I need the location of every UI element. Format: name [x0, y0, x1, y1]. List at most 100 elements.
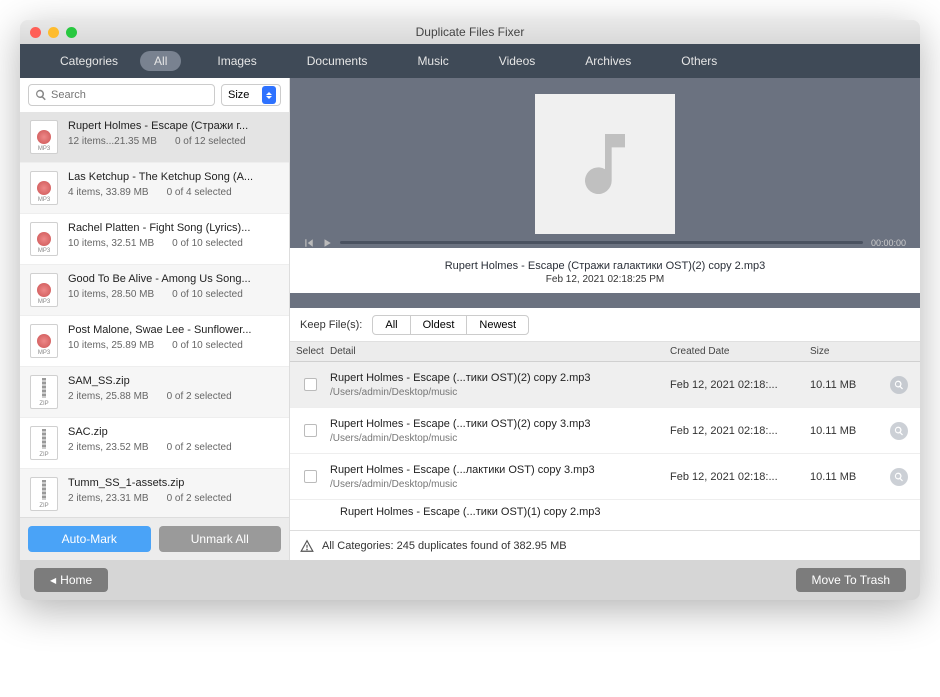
- unmark-all-button[interactable]: Unmark All: [159, 526, 282, 552]
- category-tabbar: Categories AllImagesDocumentsMusicVideos…: [20, 44, 920, 78]
- prev-icon[interactable]: [304, 238, 314, 248]
- sidebar: Size MP3 Rupert Holmes - Escape (Стражи …: [20, 78, 290, 560]
- sort-select[interactable]: Size: [221, 84, 281, 106]
- file-path: /Users/admin/Desktop/music: [330, 433, 670, 444]
- tab-documents[interactable]: Documents: [293, 51, 382, 71]
- zip-file-icon: ZIP: [30, 375, 58, 409]
- file-name: Rupert Holmes - Escape (...лактики OST) …: [330, 464, 670, 476]
- file-date: Feb 12, 2021 02:18:...: [670, 425, 810, 437]
- file-size: 10.11 MB: [810, 471, 890, 483]
- group-list[interactable]: MP3 Rupert Holmes - Escape (Стражи г... …: [20, 112, 289, 517]
- tab-others[interactable]: Others: [667, 51, 731, 71]
- keep-file-row: Keep File(s): AllOldestNewest: [290, 308, 920, 342]
- status-text: All Categories: 245 duplicates found of …: [322, 540, 567, 552]
- reveal-button[interactable]: [890, 422, 908, 440]
- group-name: Post Malone, Swae Lee - Sunflower...: [68, 324, 279, 336]
- partial-row: Rupert Holmes - Escape (...тики OST)(1) …: [290, 500, 920, 524]
- group-name: Rupert Holmes - Escape (Стражи г...: [68, 120, 279, 132]
- search-icon: [35, 89, 47, 101]
- col-select: Select: [290, 346, 330, 357]
- group-items: 2 items, 23.52 MB: [68, 442, 149, 453]
- reveal-button[interactable]: [890, 468, 908, 486]
- playtime: 00:00:00: [871, 238, 906, 248]
- group-item[interactable]: ZIP SAC.zip 2 items, 23.52 MB0 of 2 sele…: [20, 418, 289, 469]
- group-selected: 0 of 2 selected: [167, 493, 232, 504]
- music-note-icon: [565, 124, 645, 204]
- file-path: /Users/admin/Desktop/music: [330, 479, 670, 490]
- updown-icon: [262, 86, 276, 104]
- preview-filename: Rupert Holmes - Escape (Стражи галактики…: [290, 260, 920, 272]
- row-checkbox[interactable]: [304, 470, 317, 483]
- reveal-button[interactable]: [890, 376, 908, 394]
- group-selected: 0 of 12 selected: [175, 136, 246, 147]
- group-items: 2 items, 25.88 MB: [68, 391, 149, 402]
- group-name: SAC.zip: [68, 426, 279, 438]
- group-selected: 0 of 2 selected: [167, 391, 232, 402]
- group-item[interactable]: MP3 Rupert Holmes - Escape (Стражи г... …: [20, 112, 289, 163]
- auto-mark-button[interactable]: Auto-Mark: [28, 526, 151, 552]
- group-items: 10 items, 28.50 MB: [68, 289, 154, 300]
- table-row[interactable]: Rupert Holmes - Escape (...тики OST)(2) …: [290, 362, 920, 408]
- mp3-file-icon: MP3: [30, 120, 58, 154]
- group-name: Las Ketchup - The Ketchup Song (A...: [68, 171, 279, 183]
- status-bar: All Categories: 245 duplicates found of …: [290, 530, 920, 560]
- play-icon[interactable]: [322, 238, 332, 248]
- keep-segment[interactable]: AllOldestNewest: [372, 315, 529, 335]
- group-items: 12 items...21.35 MB: [68, 136, 157, 147]
- preview-date: Feb 12, 2021 02:18:25 PM: [290, 274, 920, 285]
- keep-label: Keep File(s):: [300, 319, 362, 331]
- search-input[interactable]: [28, 84, 215, 106]
- row-checkbox[interactable]: [304, 424, 317, 437]
- titlebar: Duplicate Files Fixer: [20, 20, 920, 44]
- mp3-file-icon: MP3: [30, 171, 58, 205]
- warning-icon: [300, 539, 314, 553]
- table-header: Select Detail Created Date Size: [290, 342, 920, 362]
- tab-all[interactable]: All: [140, 51, 181, 71]
- home-button[interactable]: Home: [34, 568, 108, 592]
- footer: Home Move To Trash: [20, 560, 920, 600]
- move-to-trash-button[interactable]: Move To Trash: [796, 568, 906, 592]
- group-items: 10 items, 25.89 MB: [68, 340, 154, 351]
- search-field[interactable]: [51, 89, 208, 101]
- table-row[interactable]: Rupert Holmes - Escape (...тики OST)(2) …: [290, 408, 920, 454]
- group-name: SAM_SS.zip: [68, 375, 279, 387]
- file-size: 10.11 MB: [810, 425, 890, 437]
- tab-videos[interactable]: Videos: [485, 51, 549, 71]
- keep-option-newest[interactable]: Newest: [467, 316, 528, 334]
- file-name: Rupert Holmes - Escape (...тики OST)(2) …: [330, 372, 670, 384]
- group-item[interactable]: MP3 Good To Be Alive - Among Us Song... …: [20, 265, 289, 316]
- mp3-file-icon: MP3: [30, 324, 58, 358]
- app-window: Duplicate Files Fixer Categories AllImag…: [20, 20, 920, 600]
- file-path: /Users/admin/Desktop/music: [330, 387, 670, 398]
- mp3-file-icon: MP3: [30, 222, 58, 256]
- row-checkbox[interactable]: [304, 378, 317, 391]
- keep-option-oldest[interactable]: Oldest: [411, 316, 468, 334]
- main-panel: 00:00:00 Rupert Holmes - Escape (Стражи …: [290, 78, 920, 560]
- col-size: Size: [810, 346, 890, 357]
- group-selected: 0 of 4 selected: [167, 187, 232, 198]
- group-item[interactable]: MP3 Post Malone, Swae Lee - Sunflower...…: [20, 316, 289, 367]
- window-title: Duplicate Files Fixer: [20, 25, 920, 39]
- file-size: 10.11 MB: [810, 379, 890, 391]
- tab-images[interactable]: Images: [203, 51, 270, 71]
- album-art-placeholder: [535, 94, 675, 234]
- mp3-file-icon: MP3: [30, 273, 58, 307]
- sort-label: Size: [228, 89, 249, 101]
- group-item[interactable]: ZIP Tumm_SS_1-assets.zip 2 items, 23.31 …: [20, 469, 289, 517]
- tab-music[interactable]: Music: [403, 51, 462, 71]
- group-item[interactable]: MP3 Rachel Platten - Fight Song (Lyrics)…: [20, 214, 289, 265]
- table-row[interactable]: Rupert Holmes - Escape (...лактики OST) …: [290, 454, 920, 500]
- progress-bar[interactable]: [340, 241, 863, 244]
- group-selected: 0 of 10 selected: [172, 289, 243, 300]
- group-item[interactable]: MP3 Las Ketchup - The Ketchup Song (A...…: [20, 163, 289, 214]
- zip-file-icon: ZIP: [30, 477, 58, 511]
- tab-archives[interactable]: Archives: [571, 51, 645, 71]
- group-name: Good To Be Alive - Among Us Song...: [68, 273, 279, 285]
- file-date: Feb 12, 2021 02:18:...: [670, 471, 810, 483]
- group-item[interactable]: ZIP SAM_SS.zip 2 items, 25.88 MB 0 of 2 s…: [20, 367, 289, 418]
- file-name: Rupert Holmes - Escape (...тики OST)(2) …: [330, 418, 670, 430]
- keep-option-all[interactable]: All: [373, 316, 410, 334]
- preview-area: 00:00:00 Rupert Holmes - Escape (Стражи …: [290, 78, 920, 308]
- group-selected: 0 of 2 selected: [167, 442, 232, 453]
- group-items: 10 items, 32.51 MB: [68, 238, 154, 249]
